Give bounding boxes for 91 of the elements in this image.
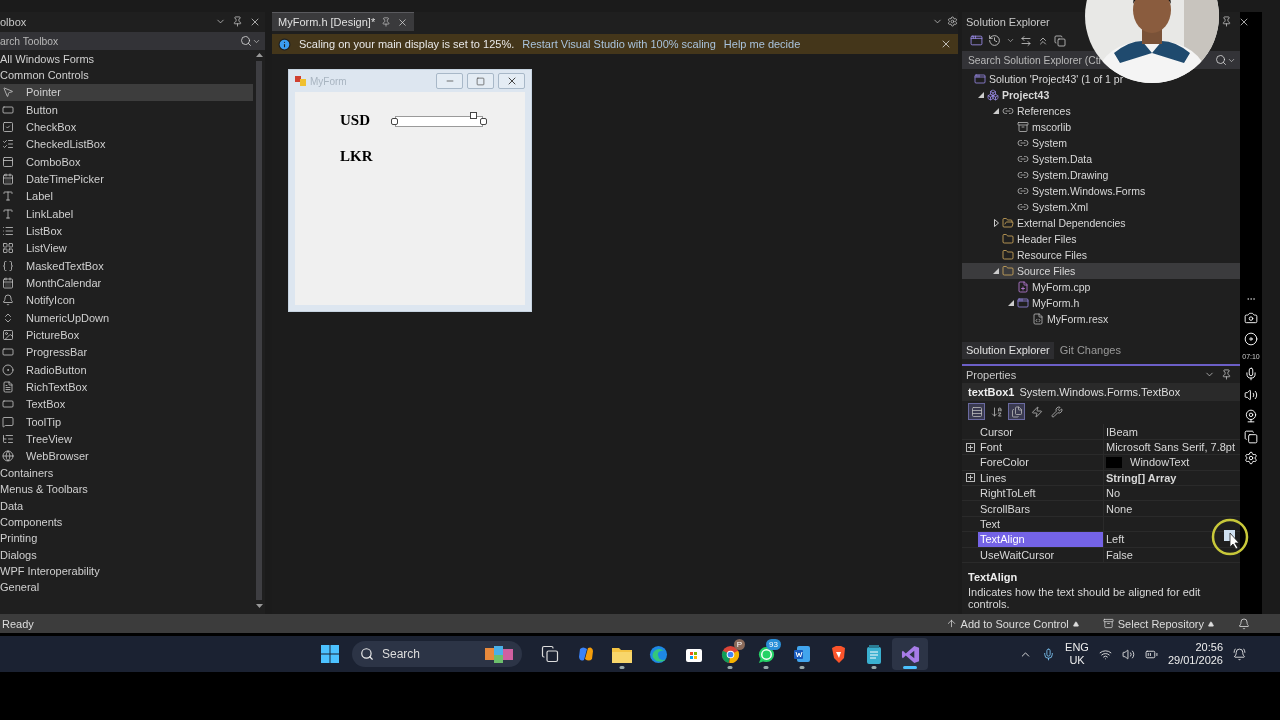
toolbox-group[interactable]: Printing xyxy=(0,530,38,547)
tree-item[interactable]: MyForm.cpp xyxy=(962,279,1240,295)
search-field[interactable]: arch Toolbox xyxy=(0,32,265,50)
toolbox-item[interactable]: Button xyxy=(0,100,253,119)
object-selector[interactable]: textBox1 System.Windows.Forms.TextBox xyxy=(962,383,1240,402)
property-value[interactable]: String[] Array xyxy=(1106,471,1177,484)
property-name[interactable]: TextAlign xyxy=(978,532,1103,547)
toolbox-item[interactable]: Pointer xyxy=(0,83,253,101)
toolbox-item[interactable]: RichTextBox xyxy=(0,378,253,396)
toolbox-item[interactable]: ListView xyxy=(0,239,253,258)
panel-tab[interactable]: Git Changes xyxy=(1055,342,1125,360)
description-text: Indicates how the text should be aligned for edit controls. xyxy=(968,586,1202,610)
toolbox-item[interactable]: Label xyxy=(0,187,253,205)
toolbox-group[interactable]: Containers xyxy=(0,465,54,482)
toolbox-item[interactable]: TreeView xyxy=(0,430,253,448)
tree-item[interactable]: System xyxy=(962,135,1240,151)
property-name[interactable]: Cursor xyxy=(978,424,1103,439)
property-name[interactable]: UseWaitCursor xyxy=(978,547,1103,562)
property-value[interactable]: WindowText xyxy=(1130,456,1190,469)
property-value[interactable]: Microsoft Sans Serif, 7.8pt xyxy=(1106,441,1235,454)
status-item[interactable]: Select Repository xyxy=(1102,617,1214,630)
panel-title: Solution Explorer xyxy=(966,15,1051,28)
toolbox-item[interactable]: ComboBox xyxy=(0,152,253,171)
tree-item[interactable]: System.Data xyxy=(962,151,1240,167)
info-message: Scaling on your main display is set to 125%. xyxy=(299,38,515,50)
notification-badge: P xyxy=(733,639,745,650)
toolbox-item[interactable]: ProgressBar xyxy=(0,343,253,362)
tree-item[interactable]: MyForm.h xyxy=(962,295,1240,311)
status-item[interactable]: Add to Source Control xyxy=(945,617,1079,630)
tree-item[interactable]: Source Files xyxy=(962,263,1240,279)
panel-title: Properties xyxy=(966,369,1018,381)
toolbox-item[interactable]: MonthCalendar xyxy=(0,274,253,292)
form-label: USD xyxy=(340,111,371,129)
tree-item[interactable]: System.Drawing xyxy=(962,167,1240,183)
toolbox-group[interactable]: Common Controls xyxy=(0,67,89,84)
toolbox-item[interactable]: CheckBox xyxy=(0,118,253,136)
toolbox-group[interactable]: Menus & Toolbars xyxy=(0,481,88,498)
form-label: LKR xyxy=(340,147,374,165)
property-name[interactable]: Font xyxy=(978,439,1103,455)
tree-item[interactable]: Project43 xyxy=(962,87,1240,103)
toolbox-item[interactable]: TextBox xyxy=(0,395,253,414)
notification-badge: 93 xyxy=(766,639,781,650)
toolbox-item[interactable]: WebBrowser xyxy=(0,447,253,466)
property-value[interactable]: False xyxy=(1106,548,1133,561)
property-name[interactable]: RightToLeft xyxy=(978,486,1103,501)
tree-item[interactable]: Solution 'Project43' (1 of 1 pr xyxy=(962,71,1240,87)
toolbox-item[interactable]: PictureBox xyxy=(0,326,253,344)
toolbox-item[interactable]: DateTimePicker xyxy=(0,170,253,188)
panel-title: olbox xyxy=(0,15,28,28)
taskbar-search[interactable]: Search xyxy=(352,641,522,667)
property-name[interactable]: ScrollBars xyxy=(978,501,1103,516)
tree-item[interactable]: MyForm.resx xyxy=(962,311,1240,327)
search-input[interactable]: arch Toolbox xyxy=(0,35,240,47)
toolbox-group[interactable]: All Windows Forms xyxy=(0,51,95,68)
taskbar-app[interactable]: P xyxy=(712,638,748,670)
description-title: TextAlign xyxy=(968,571,1019,583)
toolbox-group[interactable]: General xyxy=(0,579,40,596)
property-name[interactable]: Lines xyxy=(978,470,1103,486)
tree-item[interactable]: Resource Files xyxy=(962,247,1240,263)
language-indicator[interactable]: ENG UK xyxy=(1065,641,1089,667)
toolbox-group[interactable]: Dialogs xyxy=(0,546,37,563)
toolbox-item[interactable]: RadioButton xyxy=(0,361,253,379)
toolbox-item[interactable]: CheckedListBox xyxy=(0,135,253,153)
toolbox-item[interactable]: NumericUpDown xyxy=(0,309,253,327)
info-link[interactable]: Help me decide xyxy=(723,38,801,50)
document-tab[interactable]: MyForm.h [Design]* xyxy=(272,12,415,31)
toolbox-group[interactable]: Data xyxy=(0,497,24,515)
panel-tab[interactable]: Solution Explorer xyxy=(962,342,1054,360)
tree-item[interactable]: Header Files xyxy=(962,231,1240,247)
tree-item[interactable]: System.Xml xyxy=(962,199,1240,215)
toolbox-item[interactable]: LinkLabel xyxy=(0,205,253,223)
tree-item[interactable]: References xyxy=(962,103,1240,119)
property-name[interactable]: Text xyxy=(978,516,1103,532)
property-value[interactable]: IBeam xyxy=(1106,425,1138,438)
property-name[interactable]: ForeColor xyxy=(978,455,1103,470)
toolbox-item[interactable]: MaskedTextBox xyxy=(0,257,253,275)
search-input[interactable]: Search Solution Explorer (Ctr xyxy=(968,54,1215,66)
info-link[interactable]: Restart Visual Studio with 100% scaling xyxy=(522,38,716,50)
tree-item[interactable]: mscorlib xyxy=(962,119,1240,135)
property-value[interactable]: No xyxy=(1106,487,1121,500)
clock[interactable]: 20:56 29/01/2026 xyxy=(1167,641,1223,667)
toolbox-group[interactable]: Components xyxy=(0,514,63,531)
toolbox-item[interactable]: ToolTip xyxy=(0,413,253,431)
status-text: Ready xyxy=(2,617,35,630)
toolbox-group[interactable]: WPF Interoperability xyxy=(0,562,100,580)
property-value[interactable]: None xyxy=(1106,502,1133,515)
toolbox-item[interactable]: ListBox xyxy=(0,222,253,240)
toolbox-item[interactable]: NotifyIcon xyxy=(0,291,253,310)
tree-item[interactable]: External Dependencies xyxy=(962,215,1240,231)
tree-item[interactable]: System.Windows.Forms xyxy=(962,183,1240,199)
property-value[interactable]: Left xyxy=(1106,533,1125,546)
